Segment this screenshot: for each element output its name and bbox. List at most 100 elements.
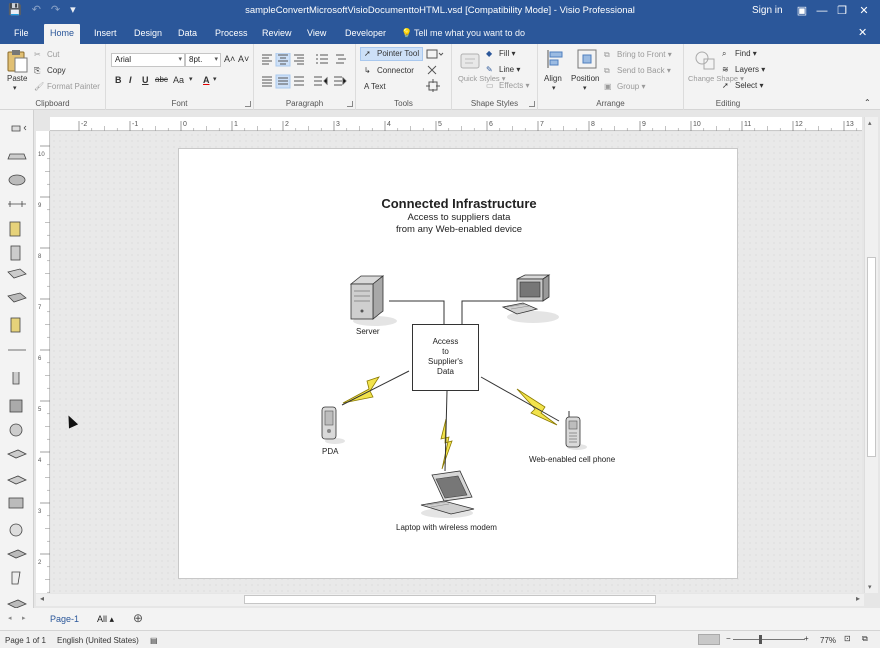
- language-status[interactable]: English (United States): [57, 636, 139, 645]
- position-icon[interactable]: [576, 48, 598, 70]
- tell-me-search[interactable]: Tell me what you want to do: [414, 28, 525, 38]
- chevron-down-icon[interactable]: ▾: [189, 75, 193, 83]
- group-button[interactable]: ▣ Group ▾: [604, 82, 645, 92]
- horizontal-scroll-thumb[interactable]: [244, 595, 656, 604]
- paintbrush-icon: 🖌: [34, 82, 45, 91]
- page-number-status[interactable]: Page 1 of 1: [5, 636, 46, 645]
- ribbon-display-options-icon[interactable]: ▣: [792, 2, 812, 20]
- vertical-scrollbar[interactable]: ▴ ▾: [864, 117, 878, 593]
- server-label[interactable]: Server: [356, 327, 380, 336]
- shrink-font-button[interactable]: A˅: [238, 54, 249, 64]
- paste-button[interactable]: Paste: [7, 74, 27, 83]
- change-shape-icon[interactable]: [694, 49, 716, 71]
- tab-file[interactable]: File: [14, 28, 29, 38]
- scroll-left-icon[interactable]: ◂: [40, 594, 44, 603]
- access-data-box[interactable]: Access to Supplier's Data: [412, 324, 479, 391]
- laptop-label[interactable]: Laptop with wireless modem: [396, 523, 497, 532]
- tab-page-1[interactable]: Page-1: [50, 614, 79, 624]
- change-case-button[interactable]: Aa: [173, 75, 184, 85]
- shape-styles-dialog-launcher-icon[interactable]: [529, 101, 535, 107]
- macro-record-icon[interactable]: ▤: [150, 636, 158, 645]
- stencil-shapes: [7, 125, 27, 609]
- zoom-out-button[interactable]: −: [726, 634, 731, 643]
- ruler-label: 4: [38, 458, 42, 464]
- minimize-button[interactable]: —: [812, 2, 832, 20]
- zoom-in-button[interactable]: +: [804, 634, 809, 643]
- font-size-combo[interactable]: 8pt. ▾: [185, 53, 221, 67]
- chevron-down-icon[interactable]: ▾: [552, 84, 556, 92]
- cell-link-line: [480, 376, 560, 422]
- maximize-button[interactable]: ❐: [832, 2, 852, 20]
- quick-styles-icon[interactable]: [459, 50, 481, 72]
- underline-button[interactable]: U: [142, 75, 149, 85]
- paragraph-dialog-launcher-icon[interactable]: [347, 101, 353, 107]
- send-to-back-button[interactable]: ⧉ Send to Back ▾: [604, 66, 671, 76]
- tab-developer[interactable]: Developer: [345, 28, 386, 38]
- bold-button[interactable]: B: [115, 75, 122, 85]
- cell-phone-label[interactable]: Web-enabled cell phone: [529, 455, 615, 464]
- zoom-slider-thumb[interactable]: [759, 635, 762, 644]
- font-dialog-launcher-icon[interactable]: [245, 101, 251, 107]
- align-button[interactable]: Align: [544, 74, 562, 83]
- bring-to-front-button[interactable]: ⧉ Bring to Front ▾: [604, 50, 672, 60]
- scroll-right-icon[interactable]: ▸: [856, 594, 860, 603]
- connector-button[interactable]: ↳ Connector: [364, 66, 414, 76]
- sign-in-link[interactable]: Sign in: [752, 5, 783, 16]
- position-button[interactable]: Position: [571, 74, 599, 83]
- tab-insert[interactable]: Insert: [94, 28, 117, 38]
- cut-button[interactable]: ✂ Cut: [34, 50, 59, 60]
- pda-label[interactable]: PDA: [322, 447, 338, 456]
- zoom-level[interactable]: 77%: [820, 636, 836, 645]
- effects-button[interactable]: ▭ Effects ▾: [486, 81, 530, 91]
- font-color-button[interactable]: A: [203, 75, 210, 85]
- find-button[interactable]: ⌕ Find ▾: [722, 49, 757, 59]
- font-family-combo[interactable]: Arial ▾: [111, 53, 185, 67]
- fill-button[interactable]: ◆ Fill ▾: [486, 49, 515, 59]
- copy-button[interactable]: ⎘ Copy: [34, 66, 66, 76]
- chevron-down-icon[interactable]: ▾: [213, 75, 217, 83]
- layers-button[interactable]: ≋ Layers ▾: [722, 65, 765, 75]
- pointer-tool-button[interactable]: ➚ Pointer Tool: [360, 47, 424, 61]
- text-tool-button[interactable]: A Text: [364, 82, 386, 91]
- scroll-up-icon[interactable]: ▴: [868, 119, 872, 127]
- tools-group: ➚ Pointer Tool ↳ Connector A Text Tools: [356, 44, 452, 110]
- page-nav-left-icon[interactable]: ◂: [8, 614, 12, 622]
- collapse-ribbon-icon[interactable]: ⌃: [864, 98, 871, 107]
- grow-font-button[interactable]: A˄: [224, 54, 235, 64]
- align-icon[interactable]: [545, 48, 567, 70]
- shape-tools-icons[interactable]: [426, 48, 446, 92]
- paste-icon[interactable]: [6, 49, 28, 73]
- tab-data[interactable]: Data: [178, 28, 197, 38]
- chevron-down-icon[interactable]: ▾: [583, 84, 587, 92]
- pen-icon: ✎: [486, 65, 493, 74]
- strikethrough-button[interactable]: abc: [155, 75, 168, 84]
- tab-process[interactable]: Process: [215, 28, 248, 38]
- select-button[interactable]: ➚ Select ▾: [722, 81, 763, 91]
- ruler-label: 3: [336, 121, 340, 128]
- italic-button[interactable]: I: [129, 75, 132, 85]
- vertical-scroll-thumb[interactable]: [867, 257, 876, 457]
- close-document-icon[interactable]: ✕: [858, 26, 867, 39]
- drawing-page[interactable]: Connected Infrastructure Access to suppl…: [178, 148, 738, 579]
- all-pages-tab[interactable]: All ▴: [97, 614, 114, 625]
- paste-dropdown-icon[interactable]: ▾: [13, 84, 17, 92]
- close-window-button[interactable]: ✕: [854, 2, 874, 20]
- ruler-label: 8: [38, 254, 42, 260]
- format-painter-button[interactable]: 🖌 Format Painter: [34, 82, 100, 92]
- tab-design[interactable]: Design: [134, 28, 162, 38]
- scroll-down-icon[interactable]: ▾: [868, 583, 872, 591]
- tab-review[interactable]: Review: [262, 28, 292, 38]
- zoom-slider[interactable]: [733, 639, 805, 640]
- page-nav-right-icon[interactable]: ▸: [22, 614, 26, 622]
- line-button[interactable]: ✎ Line ▾: [486, 65, 520, 75]
- center-box-line4: Data: [437, 367, 454, 376]
- presentation-mode-icon[interactable]: [698, 634, 720, 645]
- add-page-icon[interactable]: ⊕: [133, 611, 143, 625]
- fit-page-icon[interactable]: ⊡: [844, 634, 851, 643]
- tab-view[interactable]: View: [307, 28, 326, 38]
- paragraph-alignment-icons[interactable]: [260, 53, 352, 93]
- tab-home[interactable]: Home: [44, 24, 81, 44]
- switch-windows-icon[interactable]: ⧉: [862, 634, 868, 644]
- horizontal-scrollbar[interactable]: ◂ ▸: [36, 594, 864, 606]
- group-icon: ▣: [604, 82, 612, 91]
